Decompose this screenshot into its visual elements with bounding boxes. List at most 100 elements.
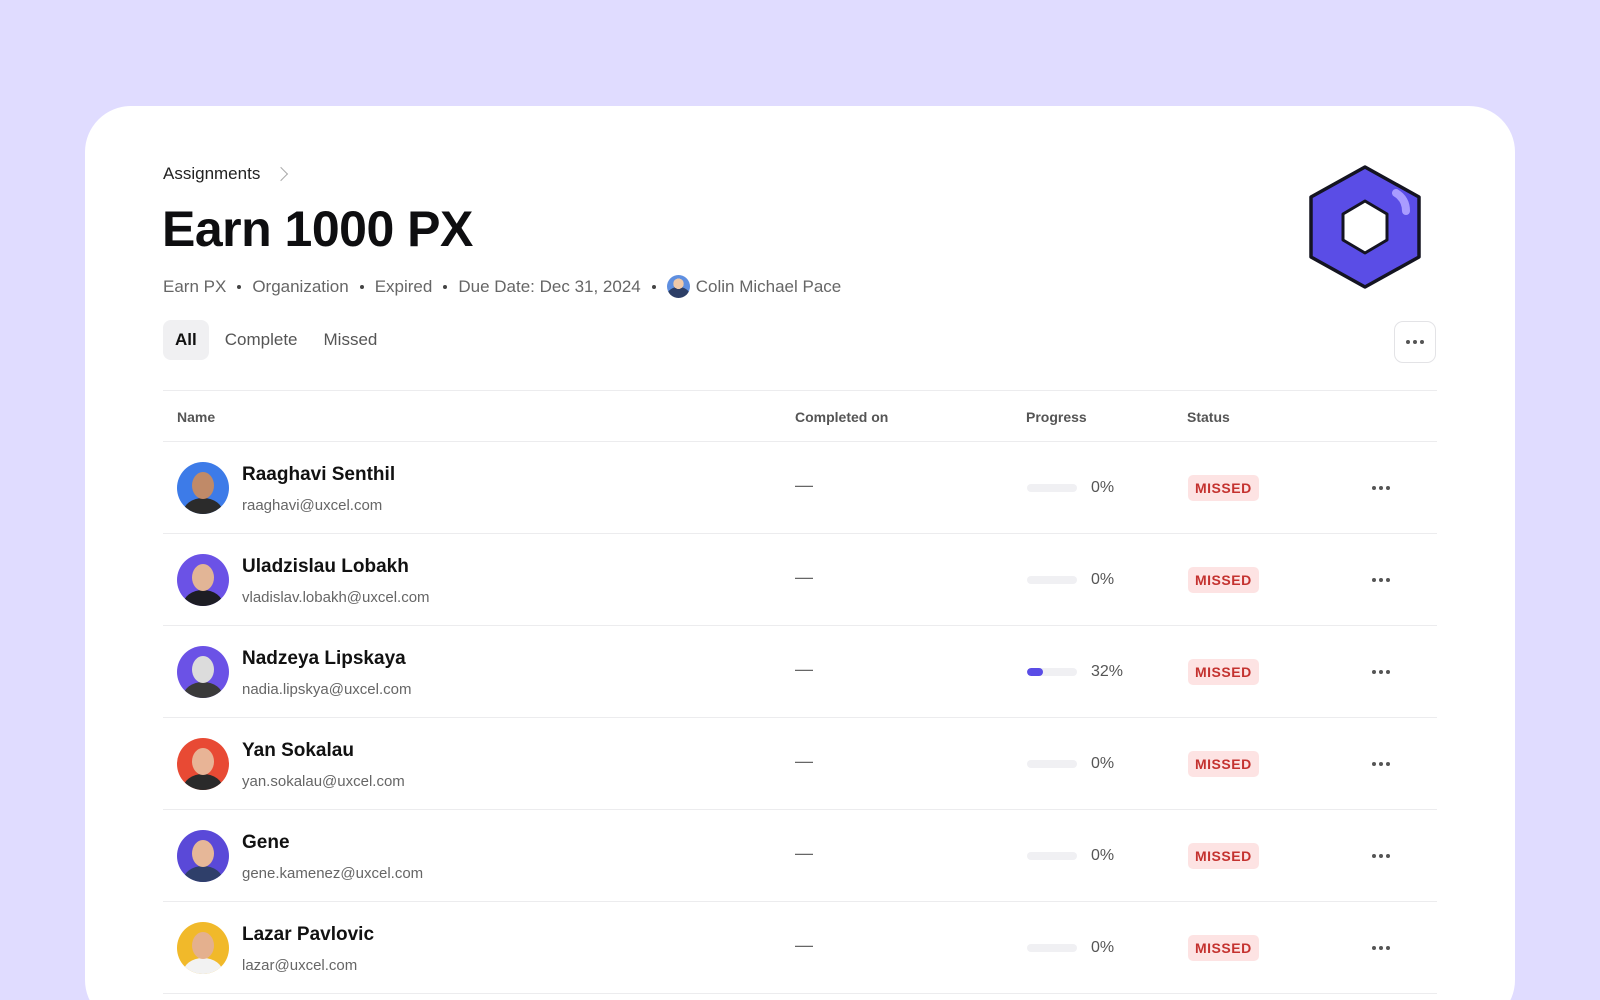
row-more-button[interactable] <box>1366 476 1396 500</box>
table-row[interactable]: Nadzeya Lipskaya nadia.lipskya@uxcel.com… <box>163 626 1437 718</box>
meta-separator-dot <box>443 284 448 289</box>
user-avatar <box>177 738 229 790</box>
user-name: Nadzeya Lipskaya <box>242 648 406 669</box>
avatar-body <box>183 866 223 882</box>
avatar-head <box>192 472 214 499</box>
meta-state: Expired <box>374 276 433 296</box>
completed-on-value: — <box>795 935 813 955</box>
completed-on-value: — <box>795 843 813 863</box>
breadcrumb-assignments-link[interactable]: Assignments <box>163 164 260 184</box>
status-badge: MISSED <box>1188 475 1259 501</box>
header-progress: Progress <box>1026 409 1087 425</box>
tab-complete[interactable]: Complete <box>215 320 308 360</box>
avatar-body <box>183 774 223 790</box>
avatar-head <box>192 748 214 775</box>
more-horizontal-icon <box>1372 946 1390 950</box>
user-avatar <box>177 462 229 514</box>
header-name: Name <box>177 409 216 425</box>
completed-on-value: — <box>795 659 813 679</box>
status-badge: MISSED <box>1188 567 1259 593</box>
progress-bar <box>1027 576 1077 584</box>
progress-percent: 32% <box>1091 663 1124 680</box>
user-email: vladislav.lobakh@uxcel.com <box>242 589 430 606</box>
meta-owner[interactable]: Colin Michael Pace <box>696 277 842 297</box>
status-badge: MISSED <box>1188 659 1259 685</box>
user-avatar <box>177 830 229 882</box>
meta-type: Earn PX <box>163 276 227 296</box>
user-name: Gene <box>242 832 290 853</box>
meta-separator-dot <box>651 284 656 289</box>
status-badge: MISSED <box>1188 843 1259 869</box>
user-name: Uladzislau Lobakh <box>242 556 409 577</box>
user-email: gene.kamenez@uxcel.com <box>242 865 424 882</box>
avatar-body <box>183 590 223 606</box>
progress-percent: 0% <box>1091 939 1115 956</box>
meta-separator-dot <box>237 284 242 289</box>
completed-on-value: — <box>795 751 813 771</box>
status-badge: MISSED <box>1188 751 1259 777</box>
progress-percent: 0% <box>1091 755 1115 772</box>
progress-bar <box>1027 484 1077 492</box>
user-avatar <box>177 646 229 698</box>
user-name: Yan Sokalau <box>242 740 354 761</box>
breadcrumb: Assignments <box>163 164 289 184</box>
more-horizontal-icon <box>1372 486 1390 490</box>
header-status: Status <box>1187 409 1230 425</box>
table-row[interactable]: Yan Sokalau yan.sokalau@uxcel.com — 0% M… <box>163 718 1437 810</box>
user-email: nadia.lipskya@uxcel.com <box>242 681 412 698</box>
row-more-button[interactable] <box>1366 660 1396 684</box>
progress-percent: 0% <box>1091 571 1115 588</box>
avatar-head <box>192 656 214 683</box>
progress-bar <box>1027 668 1077 676</box>
row-more-button[interactable] <box>1366 568 1396 592</box>
table-row[interactable]: Gene gene.kamenez@uxcel.com — 0% MISSED <box>163 810 1437 902</box>
avatar-body <box>183 958 223 974</box>
avatar-body <box>183 682 223 698</box>
more-horizontal-icon <box>1372 670 1390 674</box>
user-email: yan.sokalau@uxcel.com <box>242 773 405 790</box>
tab-all[interactable]: All <box>163 320 209 360</box>
owner-avatar <box>666 275 690 298</box>
members-table: Name Completed on Progress Status Raagha… <box>163 390 1437 994</box>
row-more-button[interactable] <box>1366 844 1396 868</box>
avatar-body <box>183 498 223 514</box>
more-horizontal-icon <box>1372 578 1390 582</box>
user-email: raaghavi@uxcel.com <box>242 497 383 514</box>
user-avatar <box>177 554 229 606</box>
completed-on-value: — <box>795 567 813 587</box>
table-header: Name Completed on Progress Status <box>163 390 1437 442</box>
user-name: Lazar Pavlovic <box>242 924 375 945</box>
assignment-meta: Earn PX Organization Expired Due Date: D… <box>163 275 841 298</box>
completed-on-value: — <box>795 475 813 495</box>
table-row[interactable]: Lazar Pavlovic lazar@uxcel.com — 0% MISS… <box>163 902 1437 994</box>
row-more-button[interactable] <box>1366 752 1396 776</box>
progress-bar <box>1027 944 1077 952</box>
progress-fill <box>1027 668 1043 676</box>
user-email: lazar@uxcel.com <box>242 957 358 974</box>
user-name: Raaghavi Senthil <box>242 464 396 485</box>
table-body: Raaghavi Senthil raaghavi@uxcel.com — 0%… <box>163 442 1437 994</box>
progress-bar <box>1027 760 1077 768</box>
chevron-right-icon <box>274 166 289 182</box>
progress-bar <box>1027 852 1077 860</box>
progress-percent: 0% <box>1091 479 1115 496</box>
table-row[interactable]: Uladzislau Lobakh vladislav.lobakh@uxcel… <box>163 534 1437 626</box>
tab-missed[interactable]: Missed <box>314 320 388 360</box>
status-badge: MISSED <box>1188 935 1259 961</box>
more-horizontal-icon <box>1406 340 1424 344</box>
avatar-head <box>192 840 214 867</box>
table-row[interactable]: Raaghavi Senthil raaghavi@uxcel.com — 0%… <box>163 442 1437 534</box>
hexagon-badge-icon <box>1309 165 1421 289</box>
filter-tabs: All Complete Missed <box>163 320 387 360</box>
more-options-button[interactable] <box>1394 321 1436 363</box>
row-more-button[interactable] <box>1366 936 1396 960</box>
progress-percent: 0% <box>1091 847 1115 864</box>
more-horizontal-icon <box>1372 854 1390 858</box>
meta-scope: Organization <box>252 276 349 296</box>
avatar-head <box>192 564 214 591</box>
more-horizontal-icon <box>1372 762 1390 766</box>
user-avatar <box>177 922 229 974</box>
avatar-head <box>192 932 214 959</box>
meta-separator-dot <box>359 284 364 289</box>
meta-due-date: Due Date: Dec 31, 2024 <box>458 276 641 296</box>
